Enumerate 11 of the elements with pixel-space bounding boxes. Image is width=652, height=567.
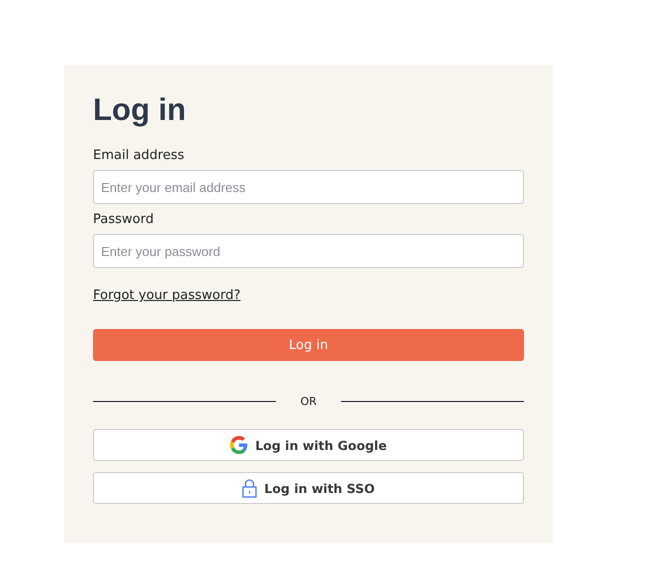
google-g-icon <box>230 436 248 454</box>
google-login-button[interactable]: Log in with Google <box>93 429 524 461</box>
divider-label: OR <box>299 395 318 408</box>
page-title: Log in <box>93 92 187 128</box>
sso-login-button[interactable]: Log in with SSO <box>93 472 524 504</box>
padlock-icon <box>242 478 258 498</box>
input-field[interactable]: Enter your password <box>93 234 524 268</box>
input-field[interactable]: Enter your email address <box>93 170 524 204</box>
forgot-password-link[interactable]: Forgot your password? <box>93 288 241 303</box>
field-label: Password <box>93 212 155 228</box>
field-label: Email address <box>93 148 186 164</box>
